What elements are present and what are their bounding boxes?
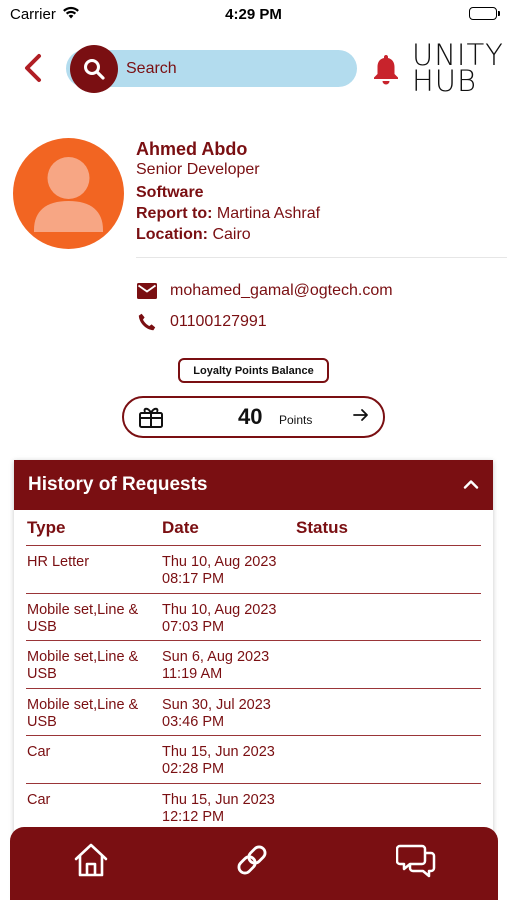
chat-icon [396,844,436,878]
status-time: 4:29 PM [225,6,282,23]
row-date: Sun 6, Aug 2023 11:19 AM [162,649,270,682]
user-icon [34,157,103,232]
nav-links[interactable] [232,840,272,880]
row-date: Sun 30, Jul 2023 03:46 PM [162,696,271,730]
table-row[interactable]: Mobile set,Line & USB Sun 6, Aug 2023 11… [26,641,481,689]
nav-chat[interactable] [396,840,436,880]
gift-icon [138,405,164,434]
row-type: Mobile set,Line & USB [27,696,139,730]
phone-icon [136,311,158,333]
bottom-nav [10,827,498,900]
row-date: Thu 10, Aug 2023 08:17 PM [162,554,277,587]
row-type: Mobile set,Line & USB [27,601,139,635]
column-status: Status [296,518,348,537]
report-to-value: Martina Ashraf [216,205,321,222]
history-title: History of Requests [28,474,208,495]
chevron-up-icon[interactable] [463,476,479,494]
profile-report-to: Report to: Martina Ashraf [136,205,320,223]
location-value: Cairo [212,226,251,243]
nav-home[interactable] [71,840,111,880]
table-row[interactable]: Car Thu 15, Jun 2023 02:28 PM [26,736,481,784]
avatar [13,138,124,249]
divider [136,257,507,258]
row-type: Car [27,744,51,760]
column-date: Date [162,518,199,537]
table-row[interactable]: Car Thu 15, Jun 2023 12:12 PM [26,784,481,831]
column-type: Type [27,518,66,537]
email-row[interactable]: mohamed_gamal@ogtech.com [136,280,393,302]
home-icon [74,843,108,877]
brand-logo: UNITY HUB [412,41,504,96]
history-header[interactable]: History of Requests [14,460,493,510]
loyalty-points-label: Loyalty Points Balance [178,358,329,383]
table-row[interactable]: Mobile set,Line & USB Sun 30, Jul 2023 0… [26,689,481,736]
profile-location: Location: Cairo [136,226,251,244]
battery-icon [469,7,500,20]
chevron-left-icon [25,54,41,82]
phone-text: 01100127991 [170,313,267,330]
row-date: Thu 10, Aug 2023 07:03 PM [162,601,277,635]
search-input[interactable] [126,58,346,80]
profile-title: Senior Developer [136,161,260,178]
row-type: Car [27,791,51,808]
report-to-label: Report to: [136,205,213,222]
table-header: Type Date Status [26,510,481,546]
link-icon [237,845,267,875]
row-date: Thu 15, Jun 2023 12:12 PM [162,791,275,825]
loyalty-points-card[interactable]: 40 Points [122,396,385,438]
status-bar: Carrier 4:29 PM [0,0,507,30]
email-text: mohamed_gamal@ogtech.com [170,282,393,299]
row-type: Mobile set,Line & USB [27,649,139,682]
table-row[interactable]: HR Letter Thu 10, Aug 2023 08:17 PM [26,546,481,594]
back-button[interactable] [18,50,48,86]
points-unit: Points [279,413,313,427]
phone-row[interactable]: 01100127991 [136,311,267,333]
search-button[interactable] [70,45,118,93]
location-label: Location: [136,226,208,243]
points-value: 40 [238,404,263,429]
profile-name: Ahmed Abdo [136,139,248,159]
notifications-button[interactable] [372,52,400,86]
arrow-right-icon[interactable] [353,407,369,428]
search-icon [84,59,105,80]
mail-icon [136,280,158,302]
row-type: HR Letter [27,554,90,570]
row-date: Thu 15, Jun 2023 02:28 PM [162,744,275,777]
table-row[interactable]: Mobile set,Line & USB Thu 10, Aug 2023 0… [26,594,481,641]
bell-icon [374,55,398,85]
profile-department: Software [136,184,204,201]
